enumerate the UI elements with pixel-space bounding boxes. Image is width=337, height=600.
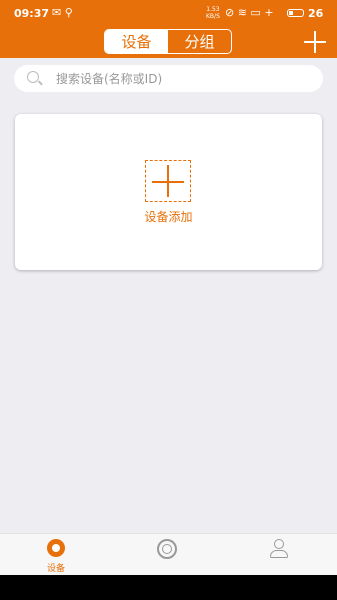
- device-card: 设备添加: [15, 114, 322, 270]
- system-nav-bar: [0, 575, 337, 600]
- camera-icon: [47, 539, 65, 557]
- tabbar-item-groups[interactable]: [112, 534, 224, 576]
- search-icon: [27, 71, 39, 83]
- add-device-icon[interactable]: [145, 160, 191, 202]
- network-speed-unit: KB/S: [206, 13, 220, 20]
- network-speed-value: 1.53: [206, 6, 220, 13]
- tabbar-item-devices[interactable]: 设备: [0, 534, 112, 576]
- signal-icons: ⊘ ≋ ▭ +: [225, 6, 274, 19]
- bottom-tabbar: 设备: [0, 533, 337, 575]
- top-navbar: 设备 分组: [0, 27, 337, 58]
- tab-devices[interactable]: 设备: [105, 30, 168, 53]
- battery-icon: [287, 9, 304, 17]
- tab-groups[interactable]: 分组: [168, 30, 231, 53]
- group-icon: [157, 539, 177, 559]
- add-device-label[interactable]: 设备添加: [15, 208, 322, 225]
- tabbar-item-user[interactable]: [224, 534, 336, 576]
- user-icon: [269, 539, 289, 559]
- network-speed: 1.53 KB/S: [206, 6, 220, 20]
- status-time: 09:37: [14, 7, 50, 20]
- plus-icon[interactable]: [304, 31, 326, 53]
- notification-icons: ✉ ⚲: [52, 6, 73, 19]
- battery-percent: 26: [308, 7, 324, 20]
- search-input[interactable]: [56, 70, 306, 87]
- search-bar[interactable]: [14, 65, 323, 92]
- segment-control: 设备 分组: [104, 29, 232, 54]
- status-bar: 09:37 ✉ ⚲ 1.53 KB/S ⊘ ≋ ▭ + 26: [0, 0, 337, 27]
- tabbar-label-devices: 设备: [46, 564, 65, 574]
